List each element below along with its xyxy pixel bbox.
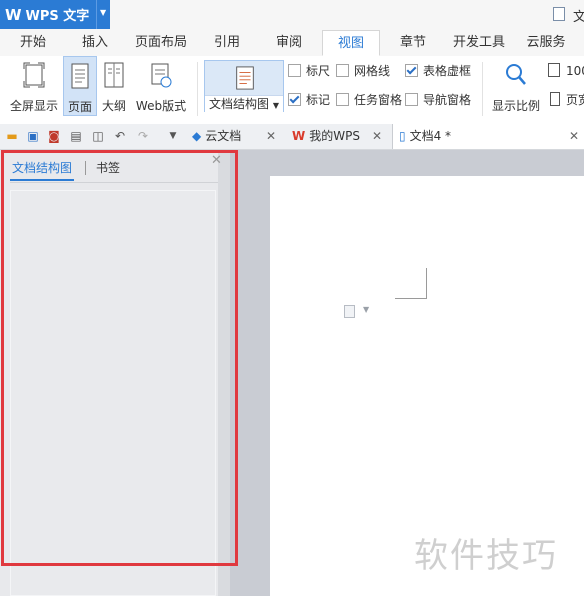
checkbox-box[interactable] <box>336 64 349 77</box>
fullscreen-button[interactable]: 全屏显示 <box>6 56 62 116</box>
gridlines-checkbox[interactable]: 网格线 <box>336 63 390 79</box>
print-icon[interactable]: ▤ <box>69 129 83 143</box>
checkbox-checked[interactable] <box>288 93 301 106</box>
checkbox-box[interactable] <box>405 93 418 106</box>
open-folder-icon[interactable]: ▬ <box>5 129 19 143</box>
page-view-label: 页面 <box>67 100 92 114</box>
tab-references[interactable]: 引用 <box>202 30 252 56</box>
zoom-100-icon <box>548 63 560 77</box>
wps-logo-icon: W <box>5 5 22 24</box>
ribbon-tabs: 开始 插入 页面布局 引用 审阅 视图 章节 开发工具 云服务 <box>0 30 584 57</box>
document-map-label: 文档结构图 ▼ <box>205 95 283 112</box>
marks-checkbox[interactable]: 标记 <box>288 92 330 108</box>
tab-insert[interactable]: 插入 <box>70 30 120 56</box>
tab-view[interactable]: 视图 <box>322 30 380 56</box>
magnifier-icon <box>506 64 526 85</box>
undo-icon[interactable]: ↶ <box>113 129 127 143</box>
tab-cloud-docs[interactable]: ◆ 云文档 ✕ <box>188 124 282 149</box>
wps-logo-icon: W <box>292 129 306 143</box>
web-layout-label: Web版式 <box>135 99 187 113</box>
fullscreen-label: 全屏显示 <box>9 99 58 113</box>
zoom-100-button[interactable]: 100 <box>548 63 584 79</box>
margin-corner-mark <box>395 298 427 299</box>
checkbox-checked[interactable] <box>405 64 418 77</box>
zoom-label: 显示比例 <box>491 99 540 113</box>
print-preview-icon[interactable]: ◫ <box>91 129 105 143</box>
app-name: WPS 文字 <box>25 9 90 24</box>
margin-corner-mark <box>426 268 427 299</box>
chevron-down-icon[interactable]: ▼ <box>363 305 369 314</box>
checkbox-box[interactable] <box>336 93 349 106</box>
tab-cloud-service[interactable]: 云服务 <box>518 30 574 56</box>
document-map-icon <box>236 66 254 90</box>
tab-document[interactable]: ▯ 文档4 * ✕ <box>392 124 584 149</box>
document-icon: ▯ <box>399 129 406 143</box>
ruler-checkbox[interactable]: 标尺 <box>288 63 330 79</box>
page-view-button[interactable]: 页面 <box>63 56 97 116</box>
tab-page-layout[interactable]: 页面布局 <box>130 30 192 56</box>
outline-view-button[interactable]: 大纲 <box>98 56 130 116</box>
close-icon[interactable]: ✕ <box>266 124 276 149</box>
watermark: 软件技巧 <box>414 536 558 576</box>
page-width-icon <box>550 92 560 106</box>
paste-options-icon[interactable] <box>344 305 355 318</box>
ribbon-view: 全屏显示 页面 大纲 Web版式 文档结构图 ▼ 标尺 网格线 表格虚框 标记 <box>0 56 584 125</box>
tab-my-wps[interactable]: W 我的WPS ✕ <box>288 124 388 149</box>
tab-home[interactable]: 开始 <box>8 30 58 56</box>
document-icon <box>553 7 565 21</box>
export-pdf-icon[interactable]: ◙ <box>47 129 61 143</box>
customize-dropdown-icon[interactable]: ▼ <box>166 129 180 143</box>
document-map-button[interactable]: 文档结构图 ▼ <box>204 60 284 112</box>
highlight-box <box>1 150 238 566</box>
tab-sections[interactable]: 章节 <box>388 30 438 56</box>
dropdown-arrow-icon[interactable]: ▼ <box>100 8 106 17</box>
tab-review[interactable]: 审阅 <box>264 30 314 56</box>
outline-icon <box>104 62 124 88</box>
redo-icon[interactable]: ↷ <box>136 129 150 143</box>
web-layout-icon <box>151 63 172 88</box>
outline-label: 大纲 <box>101 99 126 113</box>
table-gridlines-checkbox[interactable]: 表格虚框 <box>405 63 471 79</box>
tab-developer[interactable]: 开发工具 <box>448 30 510 56</box>
title-right-label: 文 <box>573 10 584 25</box>
page-view-icon <box>71 63 89 89</box>
quick-access-bar: ▬ ▣ ◙ ▤ ◫ ↶ ↷ ▼ ◆ 云文档 ✕ W 我的WPS ✕ ▯ 文档4 * ✕ <box>0 124 584 150</box>
page-width-button[interactable]: 页宽 <box>550 92 584 108</box>
app-menu-button[interactable]: W WPS 文字 ▼ <box>0 0 110 29</box>
close-icon[interactable]: ✕ <box>372 124 382 149</box>
fullscreen-icon <box>23 62 45 88</box>
web-layout-button[interactable]: Web版式 <box>132 56 190 116</box>
zoom-button[interactable]: 显示比例 <box>488 56 544 116</box>
close-icon[interactable]: ✕ <box>569 124 579 149</box>
nav-pane-checkbox[interactable]: 导航窗格 <box>405 92 471 108</box>
save-icon[interactable]: ▣ <box>26 129 40 143</box>
title-bar: W WPS 文字 ▼ 文 <box>0 0 584 30</box>
task-pane-checkbox[interactable]: 任务窗格 <box>336 92 402 108</box>
checkbox-box[interactable] <box>288 64 301 77</box>
cloud-icon: ◆ <box>192 129 202 143</box>
